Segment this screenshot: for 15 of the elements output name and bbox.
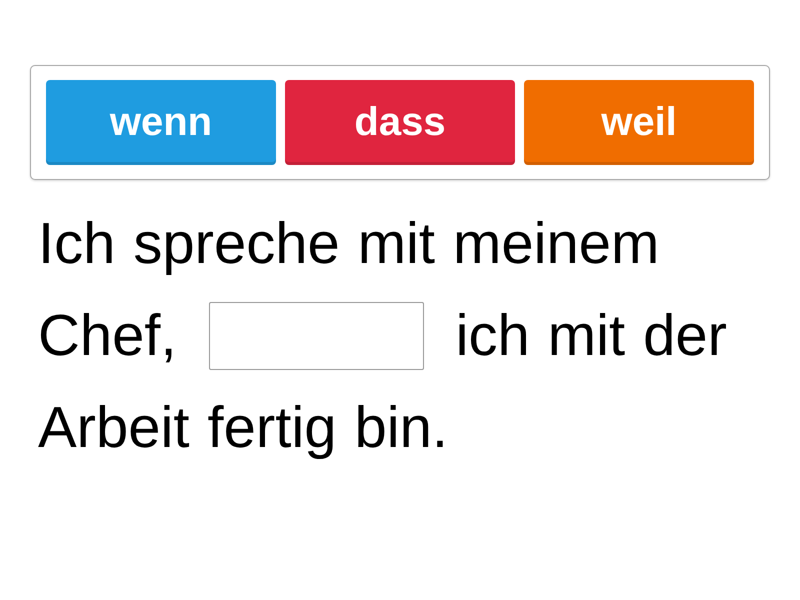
sentence-word: bin. bbox=[354, 394, 448, 462]
sentence-word: der bbox=[643, 302, 727, 370]
answer-box[interactable] bbox=[208, 302, 424, 370]
sentence-word: Ich bbox=[38, 210, 116, 278]
sentence-word: mit bbox=[358, 210, 436, 278]
sentence-word: Arbeit bbox=[38, 394, 190, 462]
answer-tile[interactable]: dass bbox=[285, 80, 515, 165]
sentence-word: fertig bbox=[208, 394, 336, 462]
sentence-word: spreche bbox=[133, 210, 340, 278]
sentence-word: Chef, bbox=[38, 302, 177, 370]
sentence-word: meinem bbox=[453, 210, 660, 278]
answer-tile[interactable]: wenn bbox=[46, 80, 276, 165]
sentence-word: ich bbox=[456, 302, 530, 370]
sentence-word: mit bbox=[548, 302, 626, 370]
answer-tile[interactable]: weil bbox=[524, 80, 754, 165]
